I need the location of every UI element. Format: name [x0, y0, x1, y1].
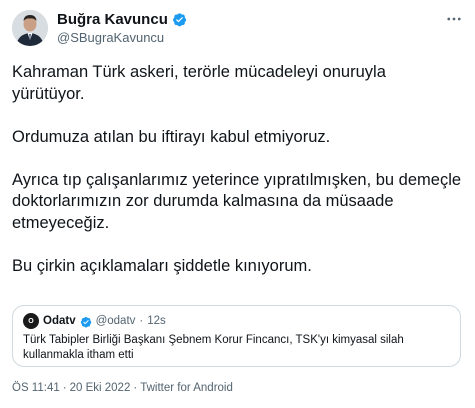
tweet-paragraph: Ayrıca tıp çalışanlarımız yeterince yıpr…	[12, 170, 462, 232]
quoted-tweet-text: Türk Tabipler Birliği Başkanı Şebnem Kor…	[23, 334, 404, 361]
author-avatar[interactable]	[12, 10, 48, 46]
quoted-timestamp: 12s	[147, 315, 166, 327]
tweet: Buğra Kavuncu @SBugraKavuncu Kahraman Tü…	[0, 0, 475, 408]
more-horizontal-icon[interactable]	[445, 10, 463, 33]
quoted-author-avatar: O	[23, 313, 39, 329]
author-name-row: Buğra Kavuncu	[57, 11, 187, 28]
author-handle[interactable]: @SBugraKavuncu	[57, 30, 164, 45]
meta-separator: ·	[133, 382, 138, 394]
verified-badge-icon	[172, 12, 187, 27]
tweet-paragraph: Bu çirkin açıklamaları şiddetle kınıyoru…	[12, 256, 312, 275]
tweet-paragraph: Ordumuza atılan bu iftirayı kabul etmiyo…	[12, 127, 331, 146]
quoted-author-handle: @odatv	[95, 315, 136, 327]
tweet-time[interactable]: ÖS 11:41	[12, 382, 60, 394]
quoted-tweet-header: O Odatv @odatv · 12s	[23, 312, 450, 330]
quoted-verified-badge-icon	[80, 315, 92, 328]
quoted-tweet[interactable]: O Odatv @odatv · 12s Türk Tabipler Birli…	[12, 305, 461, 367]
quoted-author-name: Odatv	[43, 315, 76, 327]
quoted-separator: ·	[139, 315, 144, 327]
author-display-name[interactable]: Buğra Kavuncu	[57, 11, 168, 28]
tweet-source: Twitter for Android	[140, 382, 233, 394]
meta-separator: ·	[62, 382, 67, 394]
tweet-date[interactable]: 20 Eki 2022	[70, 382, 131, 394]
tweet-meta: ÖS 11:41 · 20 Eki 2022 · Twitter for Android	[12, 382, 233, 394]
tweet-body: Kahraman Türk askeri, terörle mücadeleyi…	[12, 62, 462, 277]
tweet-paragraph: Kahraman Türk askeri, terörle mücadeleyi…	[12, 63, 386, 103]
